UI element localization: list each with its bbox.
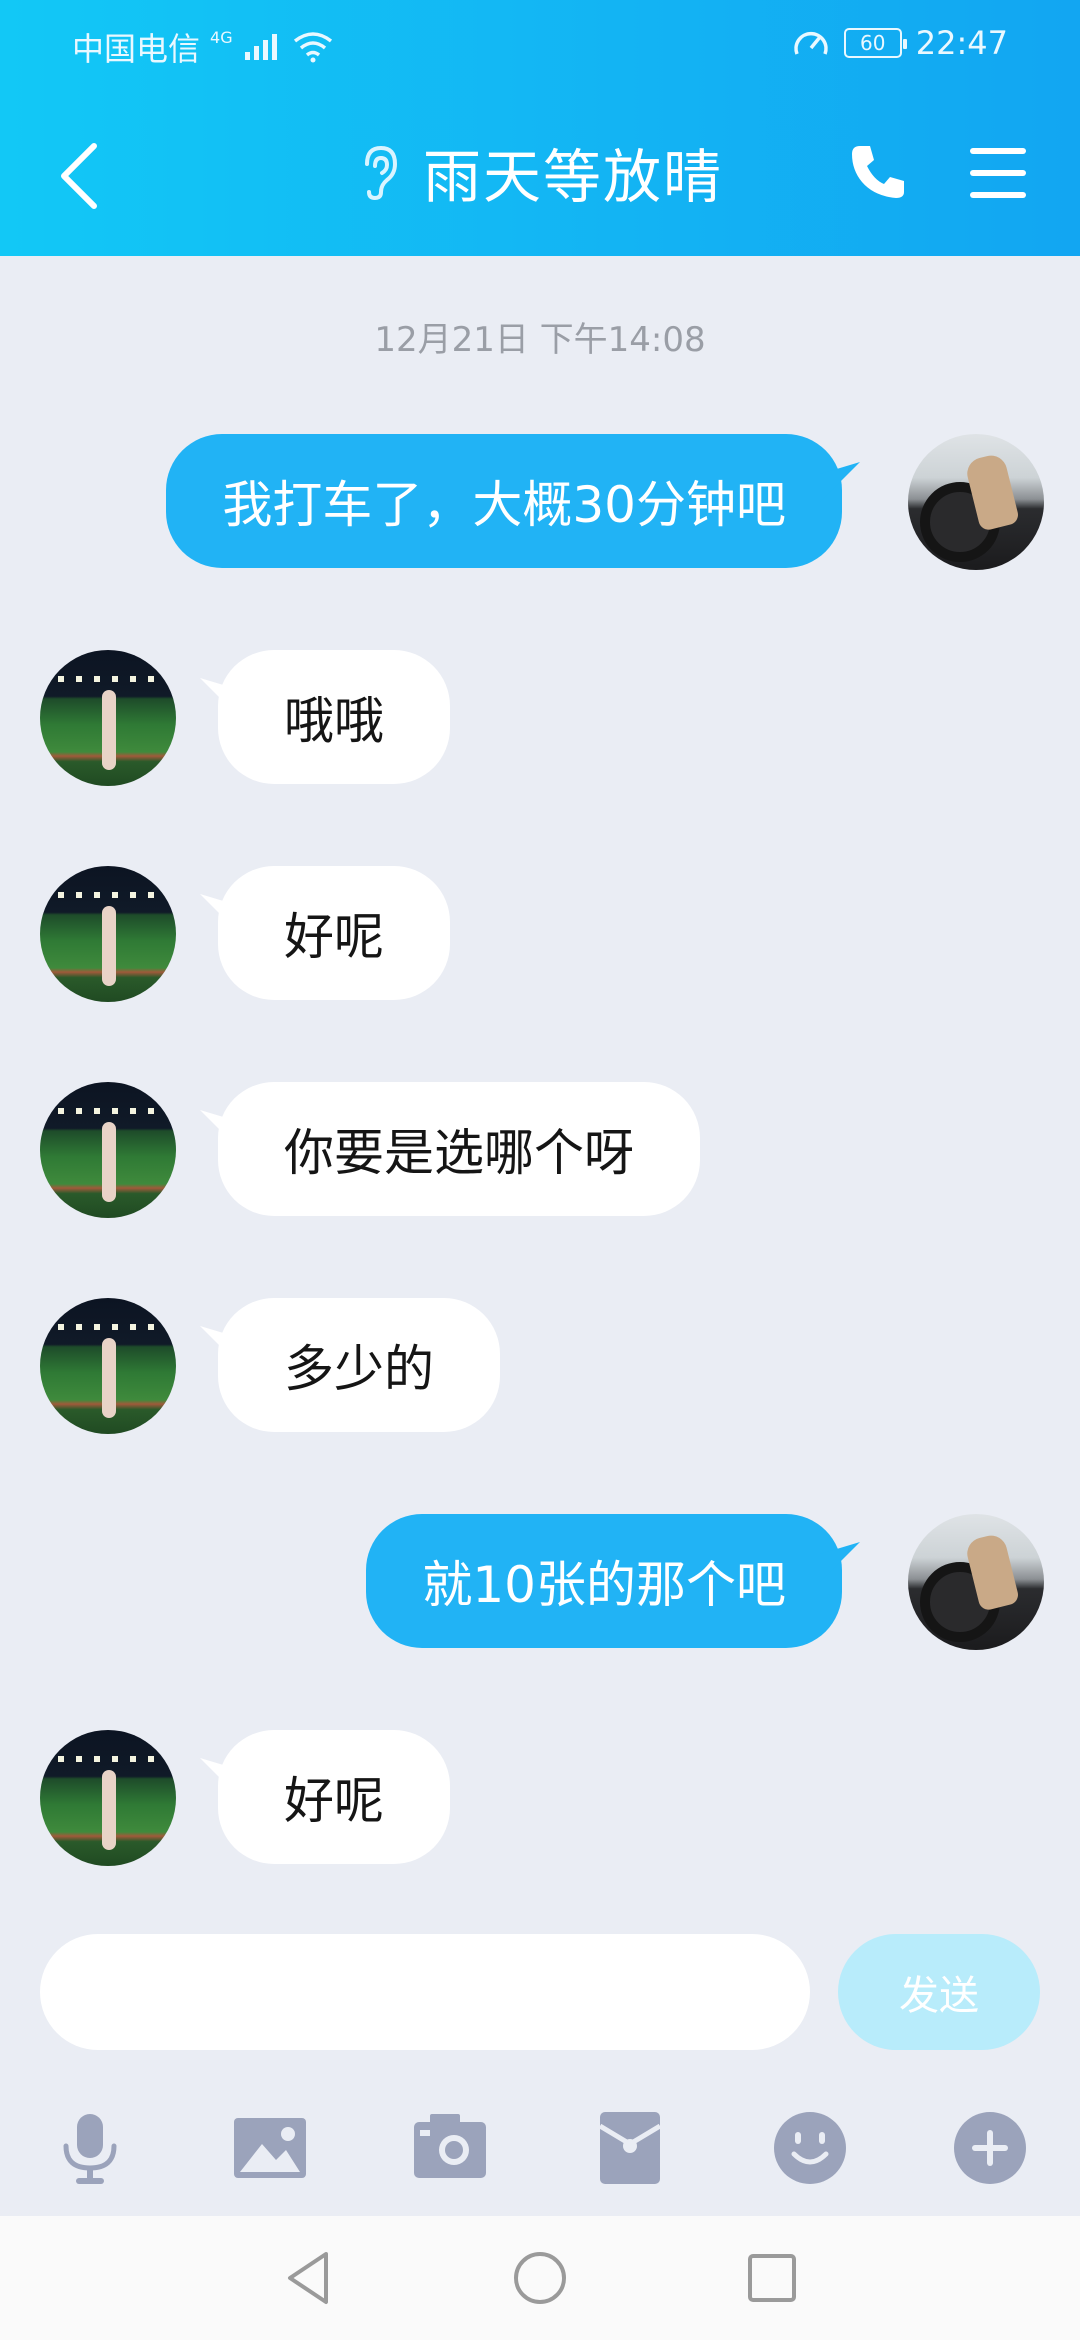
plus-icon (954, 2112, 1026, 2184)
contact-avatar[interactable] (40, 1730, 176, 1866)
emoji-button[interactable] (770, 2108, 850, 2188)
status-left: 中国电信 4G (72, 24, 333, 70)
camera-icon (414, 2114, 486, 2178)
contact-avatar[interactable] (40, 1298, 176, 1434)
page-title: 雨天等放晴 (422, 143, 723, 211)
phone-icon (852, 146, 904, 198)
nav-recent-button[interactable] (740, 2246, 804, 2310)
message-bubble-outgoing[interactable]: 我打车了，大概30分钟吧 (166, 434, 842, 568)
red-packet-button[interactable] (590, 2108, 670, 2188)
ear-icon (364, 145, 397, 201)
contact-avatar[interactable] (40, 866, 176, 1002)
chat-header: 中国电信 4G 60 22:47 雨天等放晴 (0, 0, 1080, 256)
chat-area[interactable]: 12月21日 下午14:08 我打车了，大概30分钟吧 哦哦 好呢 你要是选哪个… (0, 256, 1080, 1916)
message-input[interactable] (40, 1934, 810, 2050)
microphone-icon (63, 2114, 117, 2184)
title-group: 雨天等放晴 (0, 130, 1080, 214)
message-bubble-incoming[interactable]: 好呢 (218, 866, 450, 1000)
nav-back-button[interactable] (276, 2246, 340, 2310)
status-right: 60 22:47 (792, 24, 1008, 62)
speed-gauge-icon (794, 31, 828, 55)
network-type-label: 4G (210, 27, 233, 47)
my-avatar[interactable] (908, 434, 1044, 570)
status-bar: 中国电信 4G 60 22:47 (0, 0, 1080, 88)
chat-timestamp: 12月21日 下午14:08 (374, 320, 706, 360)
battery-level: 60 (860, 31, 886, 55)
battery-indicator: 60 (843, 28, 907, 58)
contact-avatar[interactable] (40, 650, 176, 786)
menu-icon (970, 148, 1026, 198)
nav-home-button[interactable] (508, 2246, 572, 2310)
emoji-icon (774, 2112, 846, 2184)
message-row-outgoing: 我打车了，大概30分钟吧 (0, 434, 1080, 570)
message-row-incoming: 好呢 (0, 1730, 1080, 1866)
carrier-label: 中国电信 (72, 30, 201, 68)
clock: 22:47 (915, 24, 1008, 62)
title-bar: 雨天等放晴 (0, 110, 1080, 240)
signal-icon (244, 34, 277, 60)
recent-square-icon (748, 2254, 796, 2302)
red-packet-icon (598, 2112, 662, 2184)
compose-row: 发送 (0, 1934, 1080, 2054)
message-bubble-incoming[interactable]: 好呢 (218, 1730, 450, 1864)
back-triangle-icon (288, 2252, 328, 2304)
compose-toolbar (0, 2090, 1080, 2200)
message-row-incoming: 哦哦 (0, 650, 1080, 786)
message-row-incoming: 你要是选哪个呀 (0, 1082, 1080, 1218)
my-avatar[interactable] (908, 1514, 1044, 1650)
image-icon (234, 2118, 306, 2178)
message-bubble-incoming[interactable]: 多少的 (218, 1298, 500, 1432)
system-nav-bar (0, 2216, 1080, 2340)
message-bubble-outgoing[interactable]: 就10张的那个吧 (366, 1514, 842, 1648)
message-bubble-incoming[interactable]: 你要是选哪个呀 (218, 1082, 700, 1216)
voice-button[interactable] (50, 2108, 130, 2188)
contact-avatar[interactable] (40, 1082, 176, 1218)
home-circle-icon (514, 2252, 566, 2304)
send-button[interactable]: 发送 (838, 1934, 1040, 2050)
message-row-incoming: 多少的 (0, 1298, 1080, 1434)
photo-button[interactable] (230, 2108, 310, 2188)
message-bubble-incoming[interactable]: 哦哦 (218, 650, 450, 784)
more-button[interactable] (950, 2108, 1030, 2188)
message-row-outgoing: 就10张的那个吧 (0, 1514, 1080, 1650)
menu-button[interactable] (968, 146, 1028, 200)
call-button[interactable] (846, 140, 910, 204)
message-row-incoming: 好呢 (0, 866, 1080, 1002)
wifi-icon (293, 32, 332, 63)
camera-button[interactable] (410, 2108, 490, 2188)
